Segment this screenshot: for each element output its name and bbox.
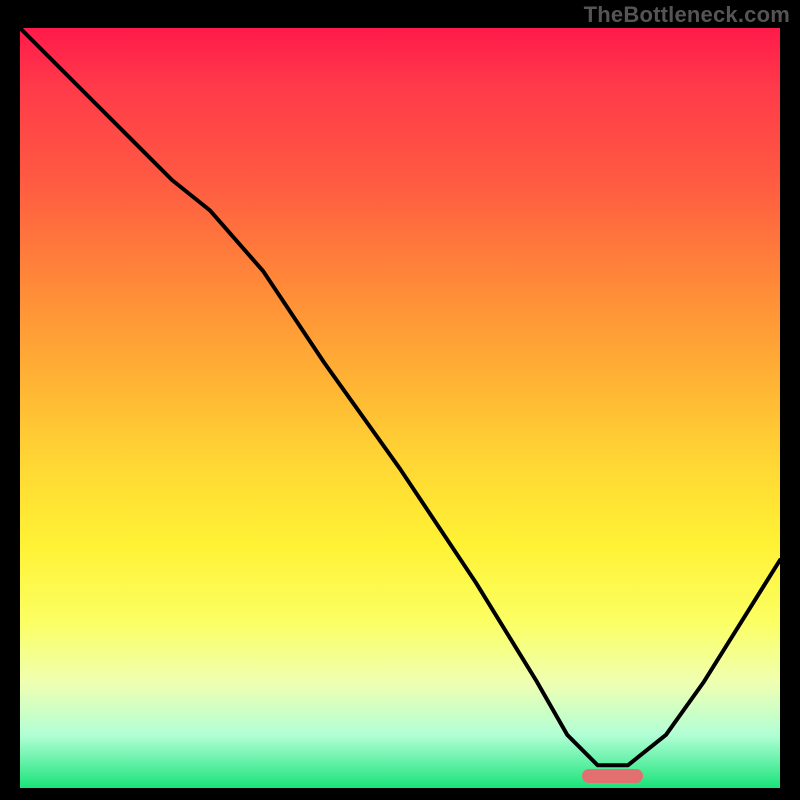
- curve-path: [20, 28, 780, 765]
- chart-stage: TheBottleneck.com: [0, 0, 800, 800]
- highlight-marker: [582, 769, 643, 783]
- line-series: [20, 28, 780, 788]
- plot-area: [20, 28, 780, 788]
- watermark-text: TheBottleneck.com: [584, 2, 790, 28]
